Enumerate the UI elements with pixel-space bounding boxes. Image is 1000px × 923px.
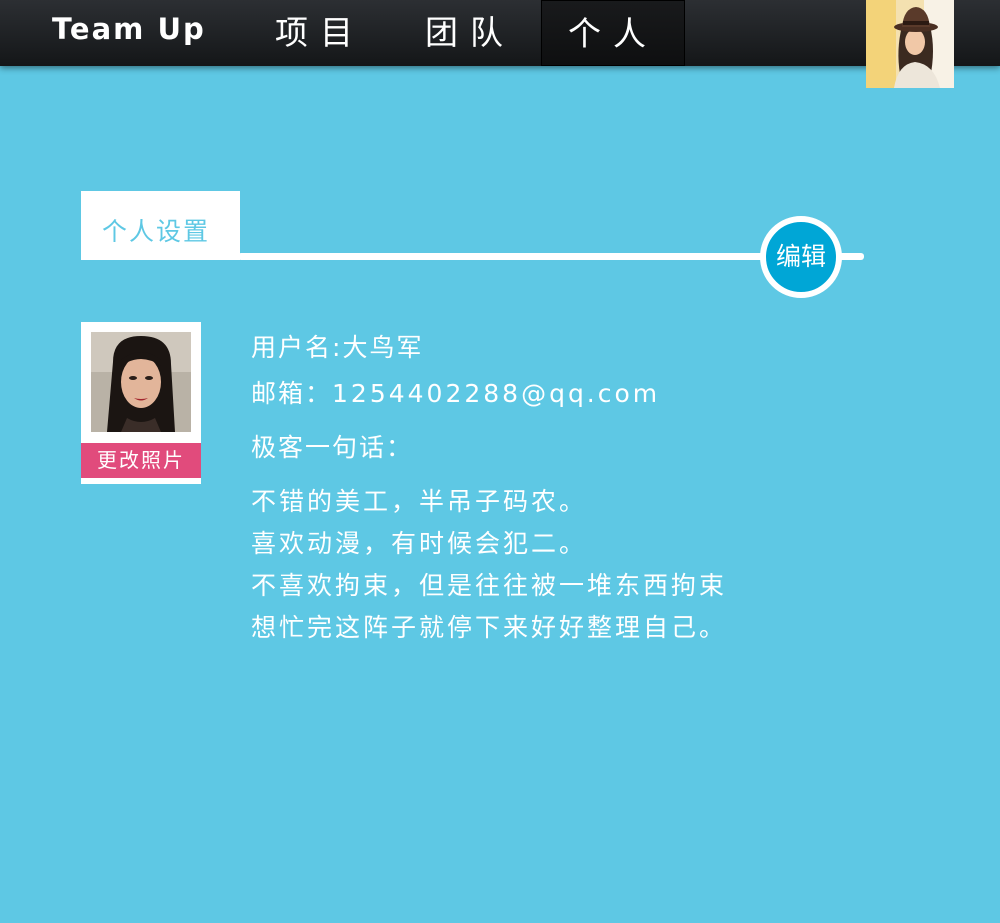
user-avatar-icon xyxy=(866,0,954,88)
top-nav-bar: Team Up 项目 团队 个人 xyxy=(0,0,1000,66)
section-title: 个人设置 xyxy=(102,217,211,246)
motto-line: 不喜欢拘束，但是往往被一堆东西拘束 xyxy=(251,571,728,600)
edit-button[interactable]: 编辑 xyxy=(760,216,842,298)
nav-item-team[interactable]: 团队 xyxy=(405,0,535,66)
motto-label: 极客一句话： xyxy=(251,433,414,462)
username-row: 用户名:大鸟军 xyxy=(251,328,423,364)
section-tab: 个人设置 xyxy=(81,191,240,260)
motto-line: 不错的美工，半吊子码农。 xyxy=(251,487,588,516)
email-row: 邮箱：1254402288@qq.com xyxy=(251,374,660,410)
motto-line: 想忙完这阵子就停下来好好整理自己。 xyxy=(251,613,728,642)
email-value: 1254402288@qq.com xyxy=(332,379,661,408)
email-label: 邮箱： xyxy=(251,379,333,408)
nav-user-avatar[interactable] xyxy=(866,0,954,88)
change-photo-button[interactable]: 更改照片 xyxy=(81,443,201,478)
profile-photo xyxy=(91,332,191,432)
app-logo[interactable]: Team Up xyxy=(52,12,206,46)
nav-item-personal[interactable]: 个人 xyxy=(541,0,685,66)
profile-photo-icon xyxy=(91,332,191,432)
profile-photo-card: 更改照片 xyxy=(81,322,201,484)
nav-item-projects[interactable]: 项目 xyxy=(255,0,385,66)
username-value: 大鸟军 xyxy=(342,333,424,362)
username-label: 用户名: xyxy=(251,333,343,362)
motto-line: 喜欢动漫，有时候会犯二。 xyxy=(251,529,588,558)
